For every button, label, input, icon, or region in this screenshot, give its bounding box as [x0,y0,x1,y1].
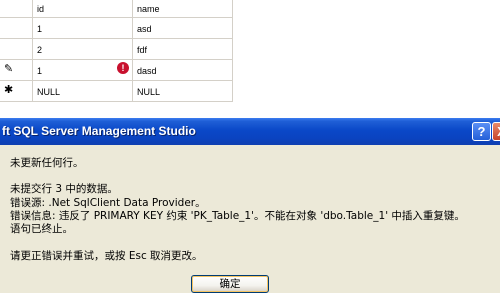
error-dialog: ft SQL Server Management Studio ? X 未更新任… [0,118,500,293]
help-icon: ? [477,124,486,139]
column-header-id[interactable]: id [37,4,44,15]
dialog-title: ft SQL Server Management Studio [2,124,196,138]
message-line: 未提交行 3 中的数据。 [10,183,118,195]
help-button[interactable]: ? [472,122,491,141]
close-icon: X [493,123,500,140]
cell-id[interactable]: 1 [37,24,42,35]
message-line: 请更正错误并重试，或按 Esc 取消更改。 [10,250,203,262]
results-grid: id name 1 asd 2 fdf ✎ 1 ! dasd ✱ NULL NU… [0,0,233,103]
close-button[interactable]: X [492,122,500,141]
cell-name[interactable]: asd [137,24,152,35]
cell-id[interactable]: 2 [37,45,42,56]
error-icon: ! [117,62,129,74]
cell-name[interactable]: dasd [137,66,157,77]
dialog-titlebar[interactable]: ft SQL Server Management Studio ? X [0,118,500,145]
grid-header [0,0,233,17]
cell-name[interactable]: NULL [137,87,160,98]
message-line: 未更新任何行。 [10,157,84,169]
column-header-name[interactable]: name [137,4,160,15]
cell-id[interactable]: 1 [37,66,42,77]
edit-pencil-icon: ✎ [4,62,14,75]
cell-name[interactable]: fdf [137,45,147,56]
message-line: 语句已终止。 [10,223,73,235]
new-row-icon: ✱ [4,83,14,96]
message-line: 错误信息: 违反了 PRIMARY KEY 约束 'PK_Table_1'。不能… [10,210,465,222]
ok-button[interactable]: 确定 [191,275,269,293]
cell-id[interactable]: NULL [37,87,60,98]
